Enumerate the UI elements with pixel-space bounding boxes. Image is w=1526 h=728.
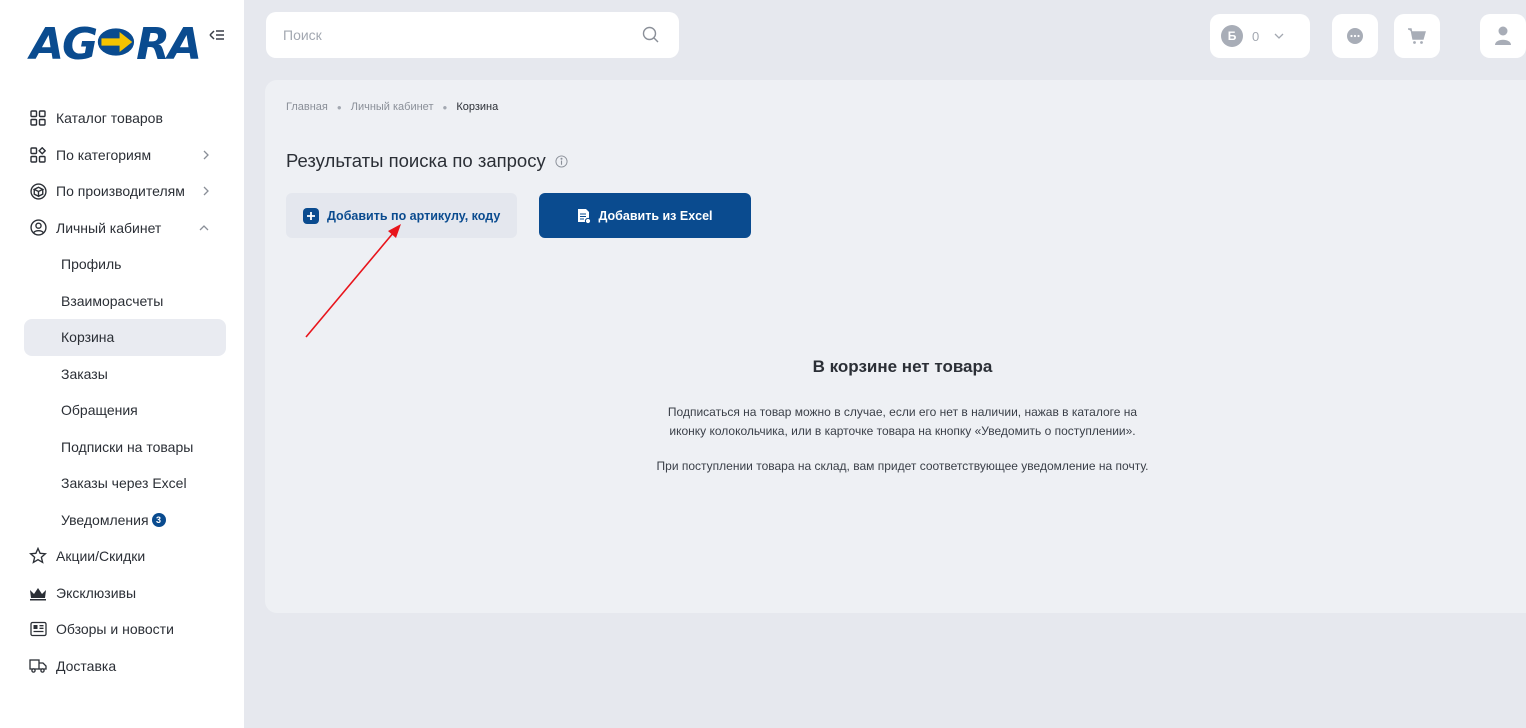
plus-icon <box>303 207 319 224</box>
sidebar-item-label: По производителям <box>56 183 185 200</box>
sidebar-item-catalog[interactable]: Каталог товаров <box>24 100 226 137</box>
submenu-item-settlements[interactable]: Взаиморасчеты <box>24 283 226 320</box>
submenu-item-label: Уведомления <box>61 511 149 528</box>
sidebar-item-promotions[interactable]: Акции/Скидки <box>24 538 226 575</box>
search-box <box>266 12 679 58</box>
chevron-up-icon <box>198 210 210 247</box>
cart-card: Главная ● Личный кабинет ● Корзина Резул… <box>265 80 1526 613</box>
excel-file-icon <box>578 208 592 224</box>
crown-icon <box>28 583 48 603</box>
submenu-item-excel-orders[interactable]: Заказы через Excel <box>24 465 226 502</box>
categories-icon <box>28 145 48 165</box>
cart-button[interactable] <box>1394 14 1440 58</box>
sidebar-item-label: По категориям <box>56 146 152 163</box>
balance-dropdown[interactable]: Б 0 <box>1210 14 1310 58</box>
sidebar-item-manufacturers[interactable]: По производителям <box>24 173 226 210</box>
cart-icon <box>1408 28 1426 44</box>
balance-value: 0 <box>1252 28 1260 44</box>
logo-text-left: AG <box>30 19 98 70</box>
breadcrumb: Главная ● Личный кабинет ● Корзина <box>286 101 498 113</box>
logo-arrow-icon <box>97 28 135 56</box>
bonus-icon: Б <box>1221 25 1243 47</box>
sidebar-item-exclusives[interactable]: Эксклюзивы <box>24 575 226 612</box>
empty-cart-title: В корзине нет товара <box>812 357 993 376</box>
breadcrumb-separator: ● <box>442 102 448 112</box>
submenu-item-label: Корзина <box>61 329 115 346</box>
logo-text-right: RA <box>136 19 202 70</box>
submenu-item-subscriptions[interactable]: Подписки на товары <box>24 429 226 466</box>
sidebar-item-account[interactable]: Личный кабинет <box>24 210 226 247</box>
empty-cart-description: Подписаться на товар можно в случае, есл… <box>265 403 1526 441</box>
submenu-item-label: Подписки на товары <box>61 438 194 455</box>
submenu-item-orders[interactable]: Заказы <box>24 356 226 393</box>
sidebar-item-label: Личный кабинет <box>56 219 162 236</box>
chevron-down-icon <box>1274 33 1284 39</box>
add-from-excel-label: Добавить из Excel <box>598 208 713 223</box>
sidebar-item-label: Акции/Скидки <box>56 548 146 565</box>
account-submenu: Профиль Взаиморасчеты Корзина Заказы Обр… <box>24 246 226 538</box>
profile-button[interactable] <box>1480 14 1526 58</box>
submenu-item-cart[interactable]: Корзина <box>24 319 226 356</box>
box-icon <box>28 181 48 201</box>
info-icon[interactable] <box>555 154 568 168</box>
add-by-code-label: Добавить по артикулу, коду <box>327 208 501 223</box>
page-title: Результаты поиска по запросу <box>286 150 568 172</box>
breadcrumb-account[interactable]: Личный кабинет <box>351 101 434 113</box>
sidebar-item-label: Эксклюзивы <box>56 584 137 601</box>
chat-button[interactable] <box>1332 14 1378 58</box>
submenu-item-label: Профиль <box>61 256 122 273</box>
news-icon <box>28 619 48 639</box>
breadcrumb-separator: ● <box>336 102 342 112</box>
star-icon <box>28 546 48 566</box>
breadcrumb-home[interactable]: Главная <box>286 101 328 113</box>
sidebar: AG RA Каталог товаров По категориям По п… <box>0 0 244 728</box>
page-title-text: Результаты поиска по запросу <box>286 150 546 171</box>
sidebar-item-delivery[interactable]: Доставка <box>24 648 226 685</box>
collapse-menu-icon[interactable] <box>207 28 227 48</box>
sidebar-item-news[interactable]: Обзоры и новости <box>24 611 226 648</box>
agora-logo[interactable]: AG RA <box>30 19 202 70</box>
chevron-right-icon <box>202 137 210 174</box>
empty-cart-line: Подписаться на товар можно в случае, есл… <box>667 405 1138 419</box>
user-circle-icon <box>28 218 48 238</box>
submenu-item-label: Обращения <box>61 402 138 419</box>
submenu-item-profile[interactable]: Профиль <box>24 246 226 283</box>
notifications-count-badge: 3 <box>151 512 166 527</box>
add-from-excel-button[interactable]: Добавить из Excel <box>539 193 751 238</box>
grid-icon <box>28 108 48 128</box>
breadcrumb-current: Корзина <box>456 101 499 113</box>
submenu-item-label: Заказы через Excel <box>61 475 187 492</box>
truck-icon <box>28 656 48 676</box>
empty-cart-line: иконку колокольчика, или в карточке това… <box>669 424 1136 438</box>
submenu-item-label: Взаиморасчеты <box>61 292 164 309</box>
submenu-item-label: Заказы <box>61 365 108 382</box>
add-by-code-button[interactable]: Добавить по артикулу, коду <box>286 193 517 238</box>
search-icon[interactable] <box>641 25 661 45</box>
empty-cart-notice: При поступлении товара на склад, вам при… <box>656 459 1149 473</box>
sidebar-item-label: Доставка <box>56 657 117 674</box>
chevron-right-icon <box>202 173 210 210</box>
sidebar-item-categories[interactable]: По категориям <box>24 137 226 174</box>
submenu-item-requests[interactable]: Обращения <box>24 392 226 429</box>
sidebar-item-label: Обзоры и новости <box>56 621 174 638</box>
sidebar-menu: Каталог товаров По категориям По произво… <box>24 100 226 684</box>
search-input[interactable] <box>266 12 679 58</box>
sidebar-item-label: Каталог товаров <box>56 110 163 127</box>
chat-icon <box>1347 28 1363 44</box>
submenu-item-notifications[interactable]: Уведомления 3 <box>24 502 226 539</box>
user-icon <box>1495 26 1511 45</box>
